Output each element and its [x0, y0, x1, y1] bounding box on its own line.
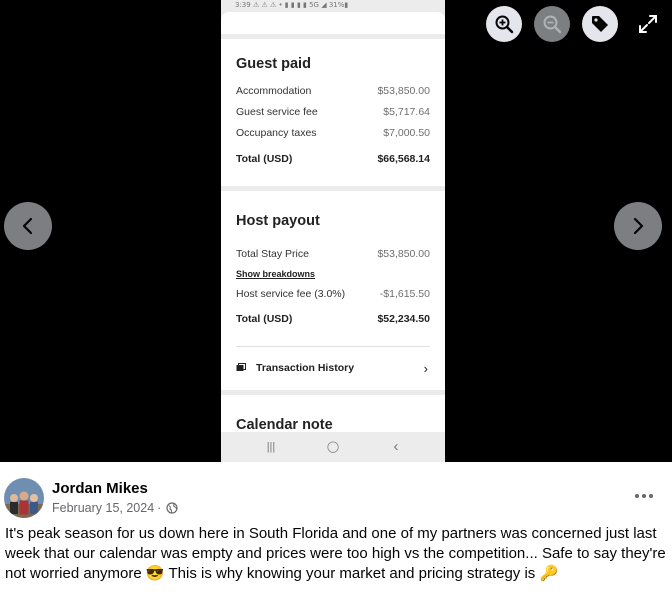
row-label: Total (USD)	[236, 313, 293, 325]
row-value: -$1,615.50	[379, 288, 430, 300]
row-value: $52,234.50	[377, 313, 430, 325]
phone-status-bar: 3:39 ⚠ ⚠ ⚠ • ▮ ▮ ▮ ▮ 5G ◢ 31%▮	[221, 0, 445, 12]
avatar[interactable]	[4, 478, 44, 518]
zoom-out-icon	[543, 15, 562, 34]
section-divider	[221, 186, 445, 191]
row-value: $5,717.64	[383, 106, 430, 118]
guest-total-row: Total (USD) $66,568.14	[236, 153, 430, 167]
row-label: Occupancy taxes	[236, 127, 317, 139]
host-total-row: Total (USD) $52,234.50	[236, 313, 430, 327]
row-label: Accommodation	[236, 85, 312, 97]
expand-button[interactable]	[636, 12, 660, 36]
photo-viewer: 3:39 ⚠ ⚠ ⚠ • ▮ ▮ ▮ ▮ 5G ◢ 31%▮ Guest pai…	[0, 0, 672, 462]
show-breakdowns-link[interactable]: Show breakdowns	[236, 269, 315, 279]
post-author[interactable]: Jordan Mikes	[52, 480, 148, 497]
guest-service-fee-row: Guest service fee $5,717.64	[236, 106, 430, 120]
transaction-history-label: Transaction History	[256, 362, 355, 374]
next-photo-button[interactable]	[614, 202, 662, 250]
post-section: Jordan Mikes February 15, 2024 · It's pea…	[0, 462, 672, 599]
row-value: $66,568.14	[377, 153, 430, 165]
row-separator	[236, 346, 430, 347]
transaction-history-row[interactable]: Transaction History ›	[236, 361, 430, 377]
section-divider	[221, 390, 445, 395]
row-value: $53,850.00	[377, 85, 430, 97]
host-service-fee-row: Host service fee (3.0%) -$1,615.50	[236, 288, 430, 302]
zoom-out-button[interactable]	[534, 6, 570, 42]
zoom-in-button[interactable]	[486, 6, 522, 42]
row-label: Guest service fee	[236, 106, 318, 118]
row-value: $53,850.00	[377, 248, 430, 260]
chevron-left-icon	[22, 217, 33, 235]
row-label: Total Stay Price	[236, 248, 309, 260]
post-meta: February 15, 2024 ·	[52, 501, 178, 515]
post-text-part2: This is why knowing your market and pric…	[168, 565, 536, 582]
row-value: $7,000.50	[383, 127, 430, 139]
chevron-right-icon	[633, 217, 644, 235]
payout-details-sheet: Guest paid Accommodation $53,850.00 Gues…	[221, 12, 445, 432]
more-options-button[interactable]	[632, 486, 656, 506]
profile-photo-icon	[4, 478, 44, 518]
host-payout-title: Host payout	[236, 213, 320, 229]
phone-screenshot: 3:39 ⚠ ⚠ ⚠ • ▮ ▮ ▮ ▮ 5G ◢ 31%▮ Guest pai…	[221, 0, 445, 462]
stay-price-row: Total Stay Price $53,850.00	[236, 248, 430, 262]
previous-photo-button[interactable]	[4, 202, 52, 250]
chevron-right-icon: ›	[423, 361, 428, 376]
row-label: Total (USD)	[236, 153, 293, 165]
public-audience-icon[interactable]	[166, 502, 178, 514]
guest-paid-title: Guest paid	[236, 56, 311, 72]
zoom-in-icon	[495, 15, 514, 34]
tag-photo-button[interactable]	[582, 6, 618, 42]
recents-icon[interactable]: |||	[264, 440, 278, 454]
post-date[interactable]: February 15, 2024	[52, 501, 154, 515]
expand-icon	[639, 15, 657, 33]
back-icon[interactable]: ‹	[389, 439, 403, 454]
phone-navigation-bar: ||| ◯ ‹	[221, 432, 445, 462]
post-text: It's peak season for us down here in Sou…	[5, 524, 669, 584]
key-emoji-icon: 🔑	[539, 565, 559, 582]
tag-icon	[592, 16, 608, 32]
more-horizontal-icon	[635, 494, 653, 498]
calendar-note-title: Calendar note	[236, 417, 333, 432]
meta-separator: ·	[157, 501, 162, 515]
accommodation-row: Accommodation $53,850.00	[236, 85, 430, 99]
sunglasses-emoji-icon: 😎	[145, 565, 165, 582]
occupancy-taxes-row: Occupancy taxes $7,000.50	[236, 127, 430, 141]
section-divider	[221, 34, 445, 39]
receipt-icon	[236, 363, 246, 371]
home-icon[interactable]: ◯	[326, 440, 340, 454]
row-label: Host service fee (3.0%)	[236, 288, 346, 300]
